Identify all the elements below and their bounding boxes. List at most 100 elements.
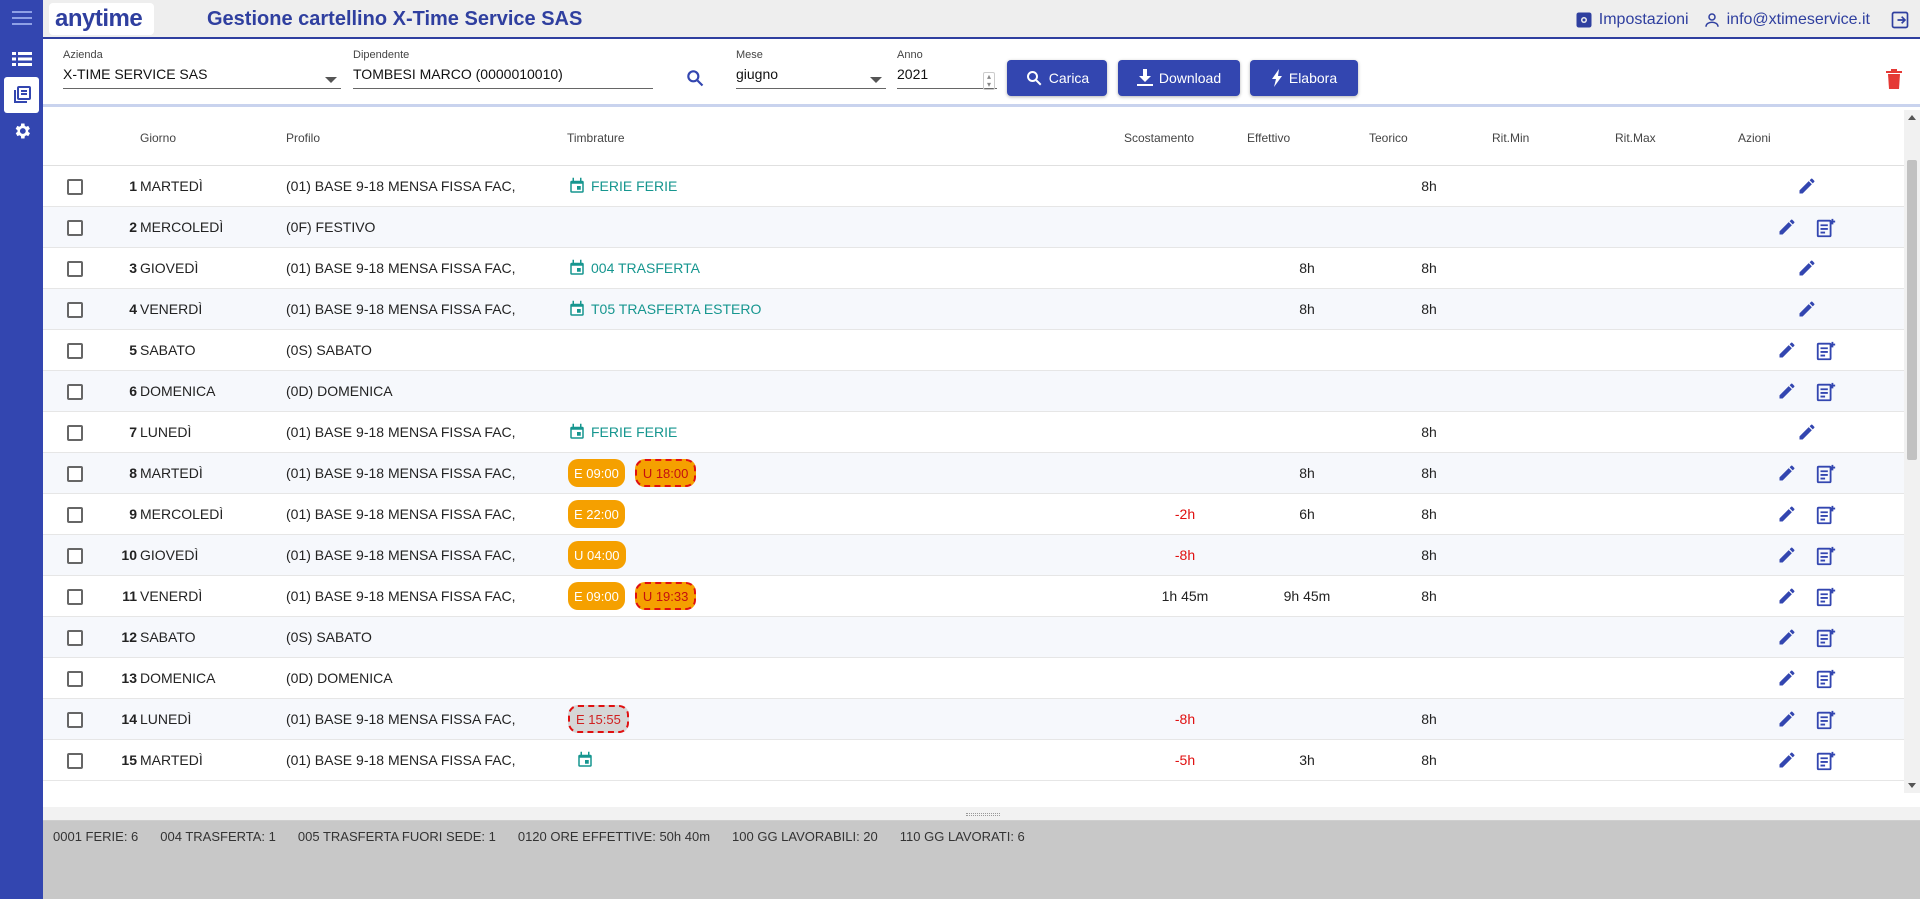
download-button[interactable]: Download xyxy=(1118,60,1240,96)
logo-text: anytime xyxy=(55,5,143,32)
search-icon[interactable] xyxy=(685,68,705,93)
edit-icon[interactable] xyxy=(1777,381,1797,404)
justification[interactable]: FERIE FERIE xyxy=(568,423,677,441)
totals-list: 0001 FERIE: 6 004 TRASFERTA: 1 005 TRASFER… xyxy=(53,829,1047,844)
add-note-icon[interactable] xyxy=(1815,627,1837,652)
table-row[interactable]: 8 MARTEDÌ (01) BASE 9-18 MENSA FISSA FAC, E… xyxy=(43,453,1904,494)
list-icon[interactable] xyxy=(0,41,43,77)
edit-icon[interactable] xyxy=(1777,627,1797,650)
table-row[interactable]: 2 MERCOLEDÌ (0F) FESTIVO xyxy=(43,207,1904,248)
add-note-icon[interactable] xyxy=(1815,381,1837,406)
table-row[interactable]: 1 MARTEDÌ (01) BASE 9-18 MENSA FISSA FAC, F… xyxy=(43,166,1904,207)
table-row[interactable]: 7 LUNEDÌ (01) BASE 9-18 MENSA FISSA FAC, FE… xyxy=(43,412,1904,453)
scrollbar-thumb[interactable] xyxy=(1907,160,1917,460)
profile-name: (01) BASE 9-18 MENSA FISSA FAC, xyxy=(286,506,516,522)
table-row[interactable]: 9 MERCOLEDÌ (01) BASE 9-18 MENSA FISSA FAC… xyxy=(43,494,1904,535)
theoretical-value: 8h xyxy=(1421,752,1437,768)
justification[interactable]: FERIE FERIE xyxy=(568,177,677,195)
justification[interactable]: T05 TRASFERTA ESTERO xyxy=(568,300,761,318)
row-checkbox[interactable] xyxy=(67,507,83,523)
edit-icon[interactable] xyxy=(1797,258,1817,281)
edit-icon[interactable] xyxy=(1797,176,1817,199)
row-checkbox[interactable] xyxy=(67,548,83,564)
justification[interactable] xyxy=(576,751,599,769)
punch-badge-error[interactable]: U 18:00 xyxy=(634,459,697,487)
row-checkbox[interactable] xyxy=(67,302,83,318)
row-checkbox[interactable] xyxy=(67,179,83,195)
punch-badge-error[interactable]: U 19:33 xyxy=(634,582,697,610)
punch-badge[interactable]: E 09:00 xyxy=(568,582,625,610)
edit-icon[interactable] xyxy=(1777,504,1797,527)
mese-select[interactable]: Mese giugno xyxy=(736,49,886,89)
row-checkbox[interactable] xyxy=(67,384,83,400)
carica-button[interactable]: Carica xyxy=(1007,60,1107,96)
row-checkbox[interactable] xyxy=(67,466,83,482)
justification[interactable]: 004 TRASFERTA xyxy=(568,259,700,277)
edit-icon[interactable] xyxy=(1777,750,1797,773)
row-checkbox[interactable] xyxy=(67,220,83,236)
punch-badge[interactable]: E 15:55 xyxy=(568,705,629,733)
vertical-scrollbar[interactable] xyxy=(1904,110,1920,793)
menu-icon[interactable] xyxy=(0,0,43,36)
azienda-select[interactable]: Azienda X-TIME SERVICE SAS xyxy=(63,49,341,89)
row-checkbox[interactable] xyxy=(67,425,83,441)
panel-splitter[interactable] xyxy=(43,807,1920,821)
table-row[interactable]: 14 LUNEDÌ (01) BASE 9-18 MENSA FISSA FAC, E… xyxy=(43,699,1904,740)
add-note-icon[interactable] xyxy=(1815,340,1837,365)
edit-icon[interactable] xyxy=(1777,709,1797,732)
punch-badge[interactable]: E 09:00 xyxy=(568,459,625,487)
edit-icon[interactable] xyxy=(1777,545,1797,568)
add-note-icon[interactable] xyxy=(1815,586,1837,611)
trash-icon[interactable] xyxy=(1886,69,1902,94)
table-row[interactable]: 4 VENERDÌ (01) BASE 9-18 MENSA FISSA FAC, T… xyxy=(43,289,1904,330)
edit-icon[interactable] xyxy=(1777,463,1797,486)
add-note-icon[interactable] xyxy=(1815,504,1837,529)
table-row[interactable]: 15 MARTEDÌ (01) BASE 9-18 MENSA FISSA FAC,… xyxy=(43,740,1904,781)
effective-value: 6h xyxy=(1299,506,1315,522)
settings-link[interactable]: Impostazioni xyxy=(1575,11,1689,29)
profile-name: (0F) FESTIVO xyxy=(286,219,376,235)
punch-badge[interactable]: E 22:00 xyxy=(568,500,625,528)
row-checkbox[interactable] xyxy=(67,261,83,277)
table-row[interactable]: 6 DOMENICA (0D) DOMENICA xyxy=(43,371,1904,412)
edit-icon[interactable] xyxy=(1777,586,1797,609)
row-checkbox[interactable] xyxy=(67,589,83,605)
edit-icon[interactable] xyxy=(1797,299,1817,322)
user-account-link[interactable]: info@xtimeservice.it xyxy=(1703,11,1870,29)
anno-stepper[interactable]: Anno 2021 ▴ ▾ xyxy=(897,49,997,90)
punch-badge[interactable]: U 04:00 xyxy=(568,541,626,569)
row-checkbox[interactable] xyxy=(67,343,83,359)
dipendente-field[interactable]: Dipendente TOMBESI MARCO (0000010010) xyxy=(353,49,653,89)
row-checkbox[interactable] xyxy=(67,712,83,728)
row-checkbox[interactable] xyxy=(67,753,83,769)
elabora-button[interactable]: Elabora xyxy=(1250,60,1358,96)
row-checkbox[interactable] xyxy=(67,630,83,646)
flash-icon xyxy=(1271,69,1282,87)
table-row[interactable]: 5 SABATO (0S) SABATO xyxy=(43,330,1904,371)
edit-icon[interactable] xyxy=(1777,217,1797,240)
edit-icon[interactable] xyxy=(1797,422,1817,445)
add-note-icon[interactable] xyxy=(1815,217,1837,242)
add-note-icon[interactable] xyxy=(1815,668,1837,693)
col-header-ritmax: Rit.Max xyxy=(1615,131,1656,145)
logout-icon[interactable] xyxy=(1890,10,1910,30)
add-note-icon[interactable] xyxy=(1815,709,1837,734)
spinner-icon[interactable]: ▴ ▾ xyxy=(983,72,995,90)
add-note-icon[interactable] xyxy=(1815,750,1837,775)
add-note-icon[interactable] xyxy=(1815,545,1837,570)
library-icon[interactable] xyxy=(4,77,39,113)
col-header-profilo: Profilo xyxy=(286,131,321,145)
day-number: 6 xyxy=(129,383,137,399)
table-row[interactable]: 10 GIOVEDÌ (01) BASE 9-18 MENSA FISSA FAC,… xyxy=(43,535,1904,576)
row-checkbox[interactable] xyxy=(67,671,83,687)
drag-handle-icon[interactable] xyxy=(966,813,1000,816)
table-row[interactable]: 11 VENERDÌ (01) BASE 9-18 MENSA FISSA FAC,… xyxy=(43,576,1904,617)
table-row[interactable]: 13 DOMENICA (0D) DOMENICA xyxy=(43,658,1904,699)
table-row[interactable]: 3 GIOVEDÌ (01) BASE 9-18 MENSA FISSA FAC, 0… xyxy=(43,248,1904,289)
add-note-icon[interactable] xyxy=(1815,463,1837,488)
gear-icon[interactable] xyxy=(0,113,43,149)
edit-icon[interactable] xyxy=(1777,668,1797,691)
table-row[interactable]: 12 SABATO (0S) SABATO xyxy=(43,617,1904,658)
deviation-value: -8h xyxy=(1174,711,1196,727)
edit-icon[interactable] xyxy=(1777,340,1797,363)
